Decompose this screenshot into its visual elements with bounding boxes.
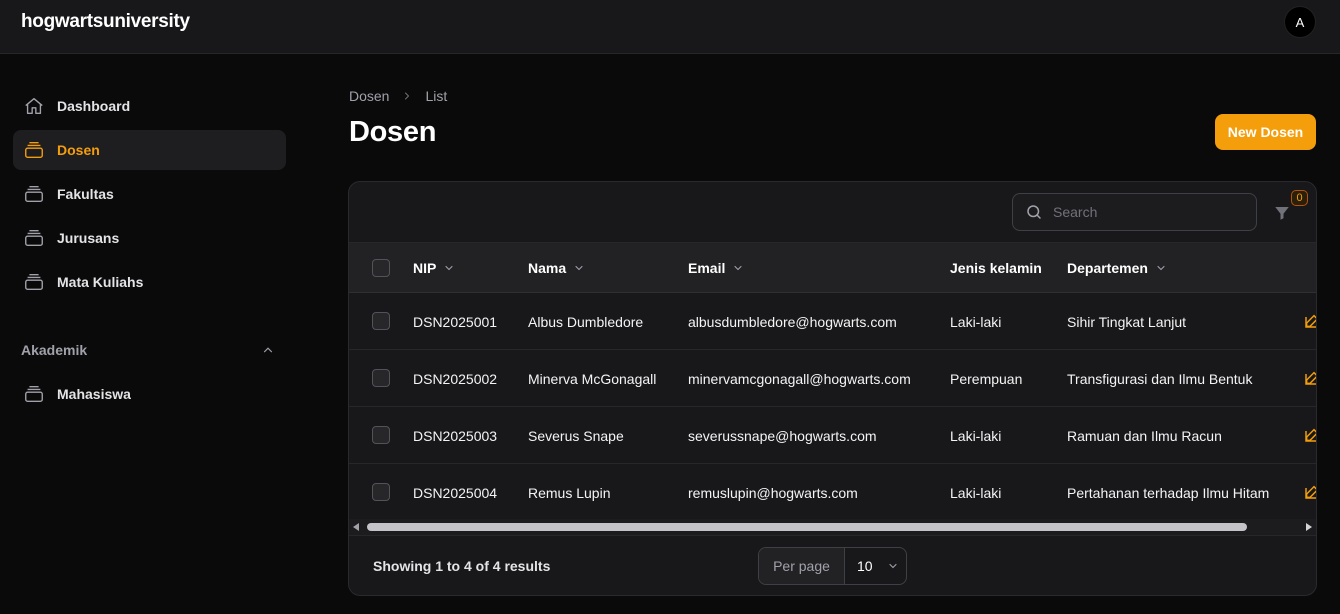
chevron-right-icon <box>401 90 413 102</box>
sidebar-item-label: Dosen <box>57 142 100 158</box>
sidebar-item-label: Jurusans <box>57 230 120 246</box>
search-icon <box>1025 203 1043 221</box>
cell-jenis-kelamin: Laki-laki <box>950 427 1002 444</box>
scroll-left-arrow-icon[interactable] <box>353 523 359 531</box>
chevron-down-icon <box>887 560 899 572</box>
sidebar-item-fakultas[interactable]: Fakultas <box>13 174 286 214</box>
cell-departemen: Ramuan dan Ilmu Racun <box>1067 427 1222 444</box>
filter-count-badge: 0 <box>1291 190 1308 206</box>
cell-email: minervamcgonagall@hogwarts.com <box>688 370 911 387</box>
table-toolbar: 0 <box>349 182 1316 243</box>
row-checkbox[interactable] <box>372 312 390 330</box>
sidebar-item-label: Dashboard <box>57 98 131 114</box>
sidebar-item-jurusans[interactable]: Jurusans <box>13 218 286 258</box>
cell-email: albusdumbledore@hogwarts.com <box>688 313 897 330</box>
sidebar-item-mata-kuliahs[interactable]: Mata Kuliahs <box>13 262 286 302</box>
cell-departemen: Sihir Tingkat Lanjut <box>1067 313 1187 330</box>
pagination-summary: Showing 1 to 4 of 4 results <box>373 558 551 574</box>
per-page-value: 10 <box>857 558 873 574</box>
sidebar-item-label: Mahasiswa <box>57 386 131 402</box>
table-header: NIP Nama Email Jenis kelamin Departemen <box>349 243 1316 293</box>
cell-email: remuslupin@hogwarts.com <box>688 484 858 501</box>
collection-icon <box>23 383 45 405</box>
per-page-selector[interactable]: Per page 10 <box>758 547 907 585</box>
user-avatar[interactable]: A <box>1284 6 1316 38</box>
edit-icon[interactable] <box>1304 370 1316 386</box>
search-field[interactable] <box>1012 193 1257 231</box>
per-page-label: Per page <box>759 548 845 584</box>
cell-jenis-kelamin: Perempuan <box>950 370 1023 387</box>
sidebar-item-dosen[interactable]: Dosen <box>13 130 286 170</box>
chevron-down-icon[interactable] <box>573 262 585 274</box>
cell-departemen: Transfigurasi dan Ilmu Bentuk <box>1067 370 1253 387</box>
collection-icon <box>23 271 45 293</box>
home-icon <box>23 95 45 117</box>
breadcrumb-item[interactable]: Dosen <box>349 88 389 104</box>
cell-jenis-kelamin: Laki-laki <box>950 484 1002 501</box>
column-header-jenis-kelamin: Jenis kelamin <box>950 260 1042 276</box>
breadcrumb: Dosen List <box>349 88 447 104</box>
cell-departemen: Pertahanan terhadap Ilmu Hitam <box>1067 484 1270 501</box>
cell-nip: DSN2025004 <box>413 484 498 501</box>
sidebar-item-dashboard[interactable]: Dashboard <box>13 86 286 126</box>
per-page-select[interactable]: 10 <box>845 548 906 584</box>
collection-icon <box>23 183 45 205</box>
cell-nip: DSN2025001 <box>413 313 498 330</box>
brand-logo[interactable]: hogwartsuniversity <box>21 11 190 33</box>
new-dosen-button[interactable]: New Dosen <box>1215 114 1316 150</box>
scrollbar-thumb[interactable] <box>367 523 1247 531</box>
collection-icon <box>23 227 45 249</box>
table-row[interactable]: DSN2025002 Minerva McGonagall minervamcg… <box>349 350 1316 407</box>
cell-nip: DSN2025003 <box>413 427 498 444</box>
horizontal-scrollbar[interactable] <box>349 519 1316 535</box>
sidebar-item-label: Mata Kuliahs <box>57 274 144 290</box>
collection-icon <box>23 139 45 161</box>
filter-icon[interactable] <box>1271 202 1293 224</box>
select-all-checkbox[interactable] <box>372 259 390 277</box>
edit-icon[interactable] <box>1304 484 1316 500</box>
table-footer: Showing 1 to 4 of 4 results Per page 10 <box>349 535 1316 595</box>
row-checkbox[interactable] <box>372 369 390 387</box>
column-header-nip[interactable]: NIP <box>413 243 455 293</box>
row-checkbox[interactable] <box>372 483 390 501</box>
cell-nama: Severus Snape <box>528 427 624 444</box>
nav-group-akademik-label[interactable]: Akademik <box>21 342 87 358</box>
page-title: Dosen <box>349 116 437 148</box>
cell-nama: Minerva McGonagall <box>528 370 657 387</box>
chevron-down-icon[interactable] <box>1155 262 1167 274</box>
scroll-right-arrow-icon[interactable] <box>1306 523 1312 531</box>
table-row[interactable]: DSN2025004 Remus Lupin remuslupin@hogwar… <box>349 464 1316 521</box>
cell-nama: Remus Lupin <box>528 484 611 501</box>
chevron-up-icon[interactable] <box>259 341 277 359</box>
search-input[interactable] <box>1053 204 1233 220</box>
top-bar: hogwartsuniversity A <box>0 0 1340 54</box>
column-header-email[interactable]: Email <box>688 243 744 293</box>
row-checkbox[interactable] <box>372 426 390 444</box>
table-row[interactable]: DSN2025001 Albus Dumbledore albusdumbled… <box>349 293 1316 350</box>
cell-nama: Albus Dumbledore <box>528 313 644 330</box>
breadcrumb-item: List <box>425 88 448 104</box>
chevron-down-icon[interactable] <box>443 262 455 274</box>
sidebar-item-mahasiswa[interactable]: Mahasiswa <box>13 374 286 414</box>
chevron-down-icon[interactable] <box>732 262 744 274</box>
cell-jenis-kelamin: Laki-laki <box>950 313 1002 330</box>
sidebar-item-label: Fakultas <box>57 186 114 202</box>
cell-nip: DSN2025002 <box>413 370 498 387</box>
edit-icon[interactable] <box>1304 313 1316 329</box>
column-header-nama[interactable]: Nama <box>528 243 585 293</box>
sidebar: Dashboard Dosen Fakultas Jurusans Mata K… <box>0 55 300 614</box>
table-row[interactable]: DSN2025003 Severus Snape severussnape@ho… <box>349 407 1316 464</box>
table-card: 0 NIP Nama Email Jenis kelamin Departeme… <box>348 181 1317 596</box>
column-header-departemen[interactable]: Departemen <box>1067 243 1167 293</box>
edit-icon[interactable] <box>1304 427 1316 443</box>
cell-email: severussnape@hogwarts.com <box>688 427 877 444</box>
